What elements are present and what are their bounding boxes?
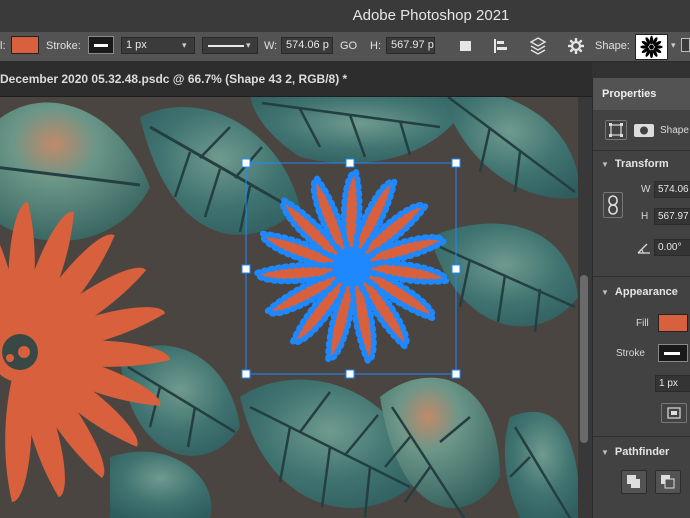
height-value: 567.97 p [391, 39, 434, 51]
link-dimensions-toggle[interactable]: GO [340, 40, 357, 52]
angle-icon [637, 241, 651, 259]
stroke-options-button[interactable] [661, 403, 687, 423]
fill-label-partial: l: [0, 40, 6, 52]
width-field[interactable]: 574.06 p [281, 37, 333, 54]
app-title: Adobe Photoshop 2021 [352, 7, 510, 24]
flower-shape-icon [640, 35, 663, 59]
transform-angle-value: 0.00° [658, 242, 682, 253]
stroke-width-value: 1 px [126, 39, 147, 51]
width-label: W: [264, 40, 278, 52]
transform-handle[interactable] [241, 369, 251, 379]
pathfinder-section-header[interactable]: ▼ Pathfinder [601, 446, 669, 458]
h-label: H [641, 211, 649, 222]
divider [593, 436, 690, 437]
align-edges-checkbox[interactable] [681, 38, 690, 52]
artwork [0, 97, 578, 518]
fill-color-swatch[interactable] [658, 314, 688, 332]
bounding-box-icon [609, 123, 623, 137]
pathfinder-subtract-button[interactable] [655, 470, 681, 494]
pathfinder-unite-button[interactable] [621, 470, 647, 494]
transform-handle[interactable] [345, 369, 355, 379]
height-field[interactable]: 567.97 p [386, 37, 435, 54]
transform-height-value: 567.97 [658, 211, 689, 222]
stroke-width-value: 1 px [659, 378, 678, 389]
stroke-label: Stroke: [46, 40, 81, 52]
transform-angle-field[interactable]: 0.00° [654, 239, 690, 256]
transform-height-field[interactable]: 567.97 [654, 208, 690, 225]
path-alignment-icon[interactable] [490, 36, 510, 56]
transform-handle[interactable] [451, 158, 461, 168]
stroke-width-field[interactable]: 1 px [655, 375, 690, 392]
fill-color-swatch[interactable] [11, 36, 39, 54]
width-value: 574.06 p [286, 39, 329, 51]
document-canvas[interactable] [0, 97, 578, 518]
path-arrangement-icon[interactable] [528, 36, 548, 56]
line-style-icon [208, 45, 244, 47]
layer-type-label: Shape [660, 125, 689, 136]
properties-panel: Properties Shape ▼ Transform W 574.06 H 5… [592, 78, 690, 518]
appearance-section-header[interactable]: ▼ Appearance [601, 286, 678, 298]
stroke-options-icon [667, 407, 681, 419]
stroke-label: Stroke [616, 348, 645, 359]
link-dimensions-button[interactable] [603, 192, 623, 218]
transform-title: Transform [614, 158, 669, 170]
transform-handle[interactable] [241, 158, 251, 168]
properties-tab-label: Properties [602, 88, 657, 100]
transform-width-value: 574.06 [658, 184, 689, 195]
gear-icon[interactable] [566, 36, 586, 56]
transform-section-header[interactable]: ▼ Transform [601, 158, 669, 170]
stroke-preview [664, 352, 680, 355]
fill-label: Fill [636, 318, 649, 329]
transform-handle[interactable] [345, 158, 355, 168]
document-tab-label: December 2020 05.32.48.psdc @ 66.7% (Sha… [0, 72, 348, 86]
appearance-title: Appearance [614, 286, 678, 298]
chevron-down-icon[interactable]: ▾ [182, 40, 187, 51]
vertical-scrollbar[interactable] [578, 97, 592, 518]
chain-link-icon [608, 195, 618, 215]
mask-icon[interactable] [633, 122, 655, 139]
chevron-down-icon[interactable]: ▾ [246, 40, 251, 51]
document-tab[interactable]: December 2020 05.32.48.psdc @ 66.7% (Sha… [0, 62, 592, 97]
transform-width-field[interactable]: 574.06 [654, 181, 690, 198]
subtract-icon [661, 475, 675, 489]
scrollbar-thumb[interactable] [580, 275, 588, 443]
tab-properties[interactable]: Properties [593, 78, 690, 110]
divider [593, 150, 690, 151]
title-bar: Adobe Photoshop 2021 [0, 0, 690, 32]
path-operations-icon[interactable] [456, 36, 476, 56]
stroke-color-swatch[interactable] [658, 344, 688, 362]
stroke-color-swatch[interactable] [88, 36, 114, 54]
transform-handle[interactable] [451, 264, 461, 274]
transform-handle[interactable] [241, 264, 251, 274]
pathfinder-title: Pathfinder [614, 446, 670, 458]
transform-mode-button[interactable] [605, 120, 627, 140]
unite-icon [627, 475, 640, 488]
transform-handle[interactable] [451, 369, 461, 379]
divider [593, 276, 690, 277]
shape-label: Shape: [595, 40, 630, 52]
w-label: W [641, 184, 651, 195]
chevron-down-icon[interactable]: ▾ [671, 40, 676, 51]
height-label: H: [370, 40, 381, 52]
shape-picker[interactable] [635, 34, 668, 60]
